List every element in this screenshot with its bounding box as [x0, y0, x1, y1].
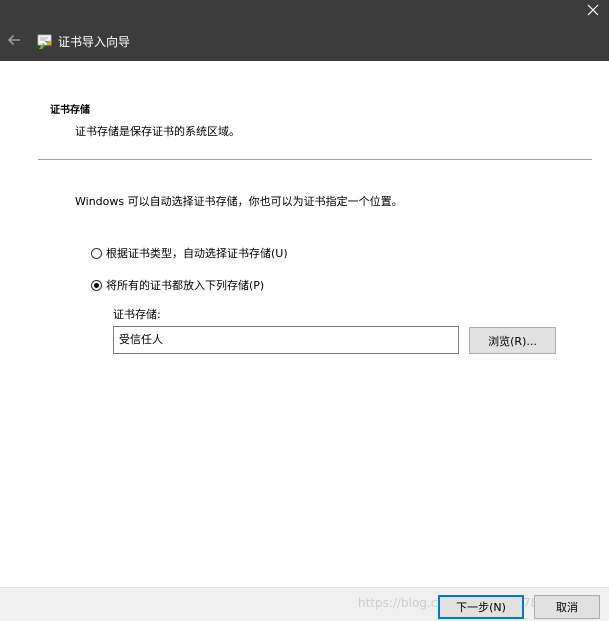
next-button[interactable]: 下一步(N)	[438, 595, 524, 619]
browse-button[interactable]: 浏览(R)...	[469, 327, 556, 354]
certificate-store-field[interactable]: 受信任人	[113, 326, 459, 354]
back-arrow-icon[interactable]	[6, 32, 22, 48]
header-divider	[38, 159, 592, 160]
section-description: 证书存储是保存证书的系统区域。	[75, 125, 240, 138]
radio-label-auto[interactable]: 根据证书类型，自动选择证书存储(U)	[106, 245, 288, 261]
certificate-wizard-icon	[37, 34, 52, 49]
radio-auto-select-store[interactable]: 根据证书类型，自动选择证书存储(U)	[91, 245, 288, 261]
intro-text: Windows 可以自动选择证书存储，你也可以为证书指定一个位置。	[75, 195, 403, 208]
certificate-import-wizard: 证书导入向导 证书存储 证书存储是保存证书的系统区域。 Windows 可以自动…	[0, 0, 609, 621]
radio-place-in-store[interactable]: 将所有的证书都放入下列存储(P)	[91, 277, 264, 293]
window-title: 证书导入向导	[58, 35, 131, 49]
radio-label-place[interactable]: 将所有的证书都放入下列存储(P)	[106, 277, 264, 293]
title-bar: 证书导入向导	[0, 0, 609, 61]
cancel-button[interactable]: 取消	[534, 595, 600, 619]
radio-button-unchecked[interactable]	[91, 247, 102, 259]
store-label: 证书存储:	[113, 308, 161, 321]
close-icon[interactable]	[585, 2, 601, 18]
section-title: 证书存储	[50, 105, 90, 116]
radio-button-checked[interactable]	[91, 279, 102, 291]
